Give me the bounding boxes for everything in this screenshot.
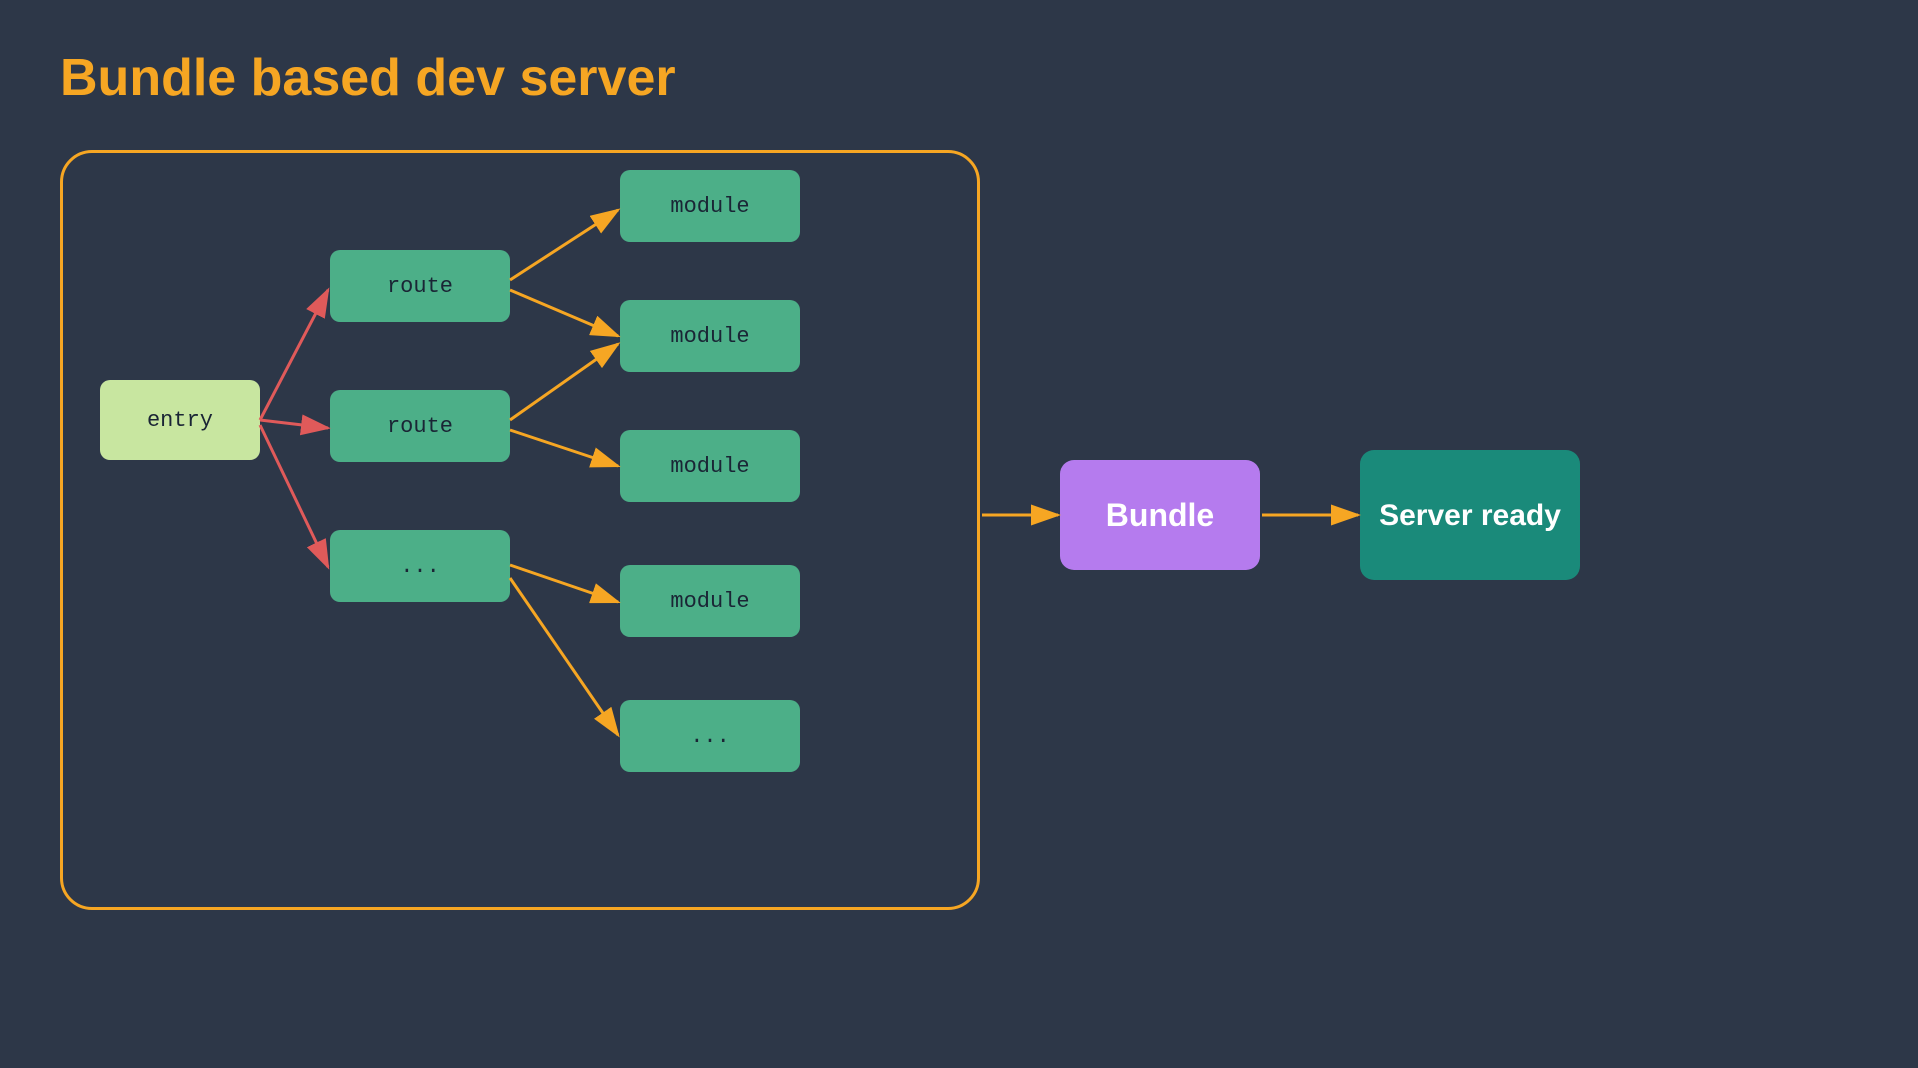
module3-node: module [620,430,800,502]
route2-node: route [330,390,510,462]
bundle-container-box [60,150,980,910]
page-title: Bundle based dev server [60,48,676,108]
module1-node: module [620,170,800,242]
dots2-node: ... [620,700,800,772]
entry-node: entry [100,380,260,460]
module2-node: module [620,300,800,372]
server-ready-node: Server ready [1360,450,1580,580]
dots1-node: ... [330,530,510,602]
module4-node: module [620,565,800,637]
route1-node: route [330,250,510,322]
bundle-node: Bundle [1060,460,1260,570]
